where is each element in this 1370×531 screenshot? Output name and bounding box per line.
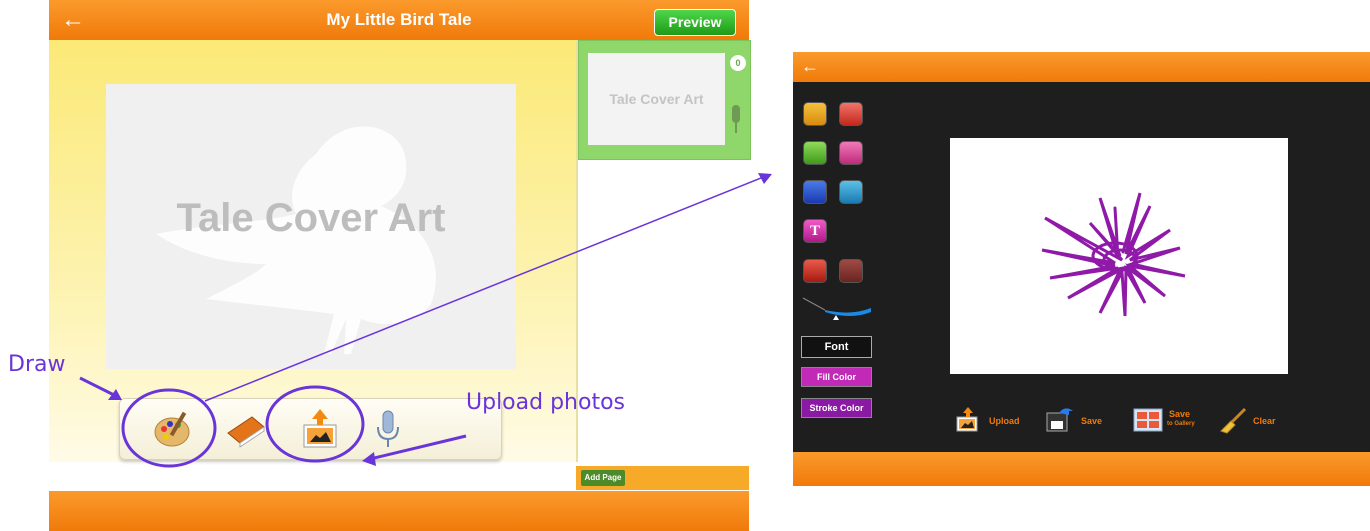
palette-highlight-circle bbox=[121, 388, 217, 468]
annotation-overlay bbox=[79, 173, 772, 468]
upload-arrow-line bbox=[369, 434, 467, 461]
upload-highlight-circle bbox=[265, 385, 365, 463]
draw-arrow-line bbox=[79, 376, 115, 397]
connector-line bbox=[204, 175, 767, 402]
upload-arrowhead bbox=[362, 452, 376, 466]
